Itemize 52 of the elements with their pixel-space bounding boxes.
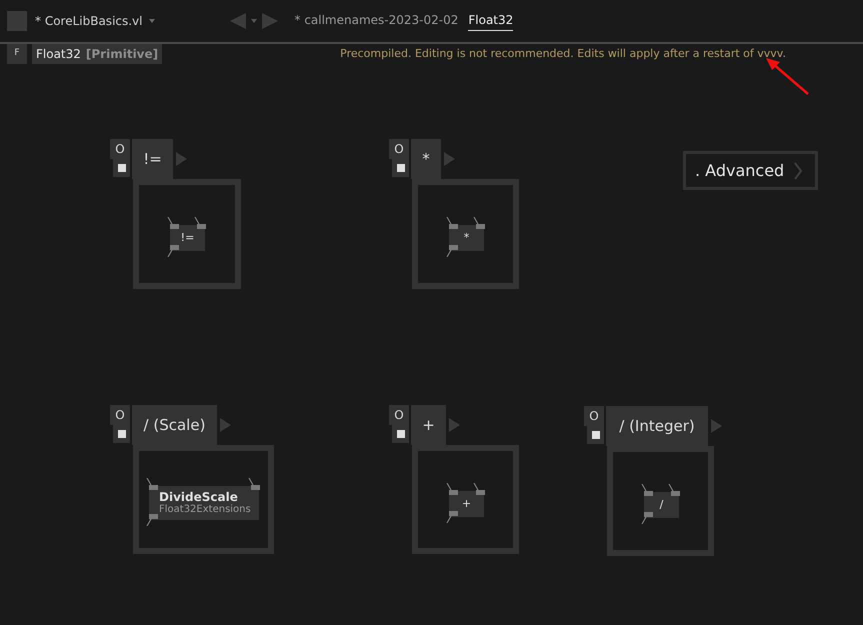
pin-icon[interactable] [146,478,158,490]
square-badge[interactable] [113,159,130,177]
square-icon [118,430,126,438]
node-name: / [660,496,664,513]
pin-icon[interactable] [641,512,653,524]
operation-badge[interactable]: O [389,139,409,159]
node-name: + [462,496,472,512]
pin-icon[interactable] [446,245,458,257]
square-badge[interactable] [113,425,130,443]
operation-badge[interactable]: O [110,405,130,425]
node-name: DivideScale [159,490,238,504]
square-badge[interactable] [392,159,409,177]
annotation-arrow [764,56,810,96]
pin-icon[interactable] [668,484,680,496]
pin-icon[interactable] [446,217,458,229]
node-name: != [180,230,194,246]
pin-icon[interactable] [167,245,179,257]
breadcrumb-label[interactable]: Float32 [Primitive] [32,44,162,64]
document-tab[interactable]: Float32 [468,11,514,31]
document-tab[interactable]: * callmenames-2023-02-02 [294,11,458,31]
definition-title[interactable]: != [132,139,173,179]
document-title[interactable]: * CoreLibBasics.vl [35,12,142,30]
pin-icon[interactable] [473,217,485,229]
pin-icon[interactable] [248,478,260,490]
square-icon [118,164,126,172]
operation-badge[interactable]: O [110,139,130,159]
type-badge: F [7,44,27,64]
chevron-icon [794,162,802,180]
operation-badge[interactable]: O [389,405,409,425]
pin-icon[interactable] [194,217,206,229]
advanced-category[interactable]: . Advanced [683,151,818,190]
definition-title[interactable]: / (Integer) [606,406,708,446]
warning-message: Precompiled. Editing is not recommended. Edits will apply after a restart of vvvv. [340,46,786,62]
node-category: Float32Extensions [159,504,251,516]
square-badge[interactable] [587,426,604,444]
caret-icon[interactable] [148,19,154,23]
square-icon [396,164,404,172]
square-icon [592,431,600,439]
definition-title[interactable]: + [411,405,446,445]
pin-icon[interactable] [641,484,653,496]
square-icon [396,430,404,438]
pin-icon[interactable] [473,483,485,495]
definition-title[interactable]: / (Scale) [132,405,217,445]
pin-icon[interactable] [446,511,458,523]
node[interactable]: DivideScale Float32Extensions [149,486,259,520]
pin-icon[interactable] [146,514,158,526]
node-name: * [464,230,470,246]
pin-icon[interactable] [446,483,458,495]
square-badge[interactable] [392,425,409,443]
operation-badge[interactable]: O [584,406,604,426]
definition-title[interactable]: * [411,139,441,179]
pin-icon[interactable] [167,217,179,229]
